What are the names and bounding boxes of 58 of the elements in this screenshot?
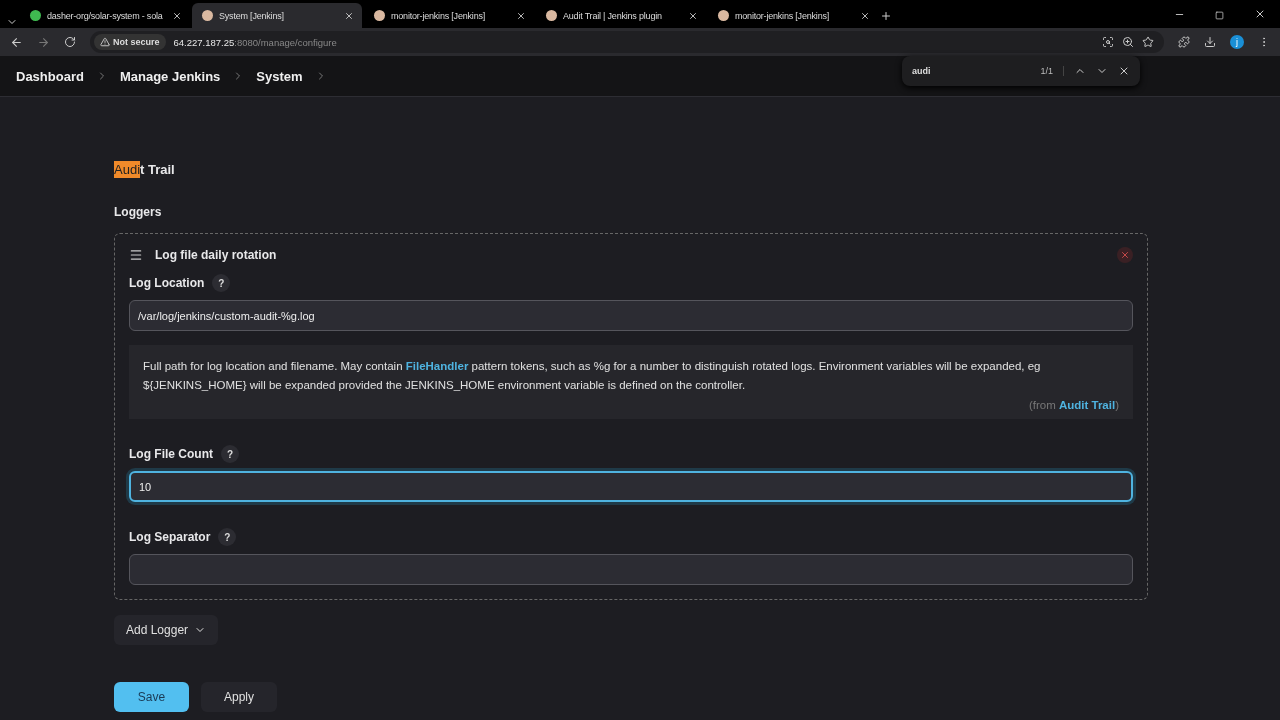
repo-icon: [30, 10, 41, 21]
field-label: Log Location: [129, 276, 205, 290]
breadcrumb-link[interactable]: Manage Jenkins: [119, 68, 221, 84]
jenkins-icon: [546, 10, 557, 21]
close-icon[interactable]: [1118, 65, 1130, 77]
plugin-link[interactable]: Audit Trail: [1058, 399, 1116, 411]
match-count: 1/1: [1040, 66, 1064, 76]
logger-title: Log file daily rotation: [155, 248, 278, 262]
jenkins-icon: [718, 10, 729, 21]
close-icon[interactable]: [516, 10, 526, 21]
zoom-icon[interactable]: [1122, 36, 1134, 48]
remove-button[interactable]: [1117, 247, 1133, 263]
help-link[interactable]: FileHandler: [405, 360, 469, 372]
help-text: Full path for log location and filename. May contain FileHandler pattern tokens, such as %g for a number to distinguish rotated logs. Environment variables will be expanded, eg ${JENKINS_HOME} will be expanded provided the JENKINS_HOME environment variable is defined on the controller.: [143, 359, 1042, 393]
address-bar[interactable]: Not secure 64.227.187.25:8080/manage/configure: [90, 31, 1164, 53]
browser-tab[interactable]: System [Jenkins]: [192, 3, 362, 28]
browser-tab[interactable]: monitor-jenkins [Jenkins]: [364, 3, 534, 28]
close-icon[interactable]: [172, 10, 182, 21]
save-button[interactable]: Save: [114, 682, 189, 712]
close-icon[interactable]: [860, 10, 870, 21]
help-button[interactable]: ?: [218, 528, 237, 546]
profile-avatar[interactable]: j: [1230, 35, 1244, 49]
forward-icon[interactable]: [37, 35, 50, 49]
download-icon[interactable]: [1204, 36, 1216, 48]
help-button[interactable]: ?: [212, 274, 231, 292]
close-icon[interactable]: [688, 10, 698, 21]
warning-icon: [100, 37, 110, 47]
extensions-icon[interactable]: [1178, 36, 1190, 48]
restore-icon[interactable]: [1215, 11, 1224, 20]
input-field[interactable]: 10: [129, 471, 1133, 502]
help-button[interactable]: ?: [221, 445, 239, 463]
url-text: 64.227.187.25:8080/manage/configure: [173, 36, 337, 48]
page-scan-icon[interactable]: [1102, 36, 1114, 48]
find-query[interactable]: audi: [912, 66, 1031, 76]
input-field[interactable]: [129, 554, 1133, 585]
new-tab-icon[interactable]: [880, 10, 892, 22]
input-field[interactable]: /var/log/jenkins/custom-audit-%g.log: [129, 300, 1133, 331]
add-logger-button[interactable]: Add Logger: [114, 615, 219, 645]
field-label: Log Separator: [129, 530, 211, 544]
back-icon[interactable]: [10, 35, 23, 49]
apply-button[interactable]: Apply: [201, 682, 277, 712]
subsection-title: Loggers: [114, 205, 163, 219]
breadcrumb-link[interactable]: System: [256, 68, 303, 84]
field-label: Log File Count: [129, 447, 213, 461]
drag-handle-icon[interactable]: [129, 248, 143, 262]
security-label: Not secure: [113, 37, 160, 47]
browser-tab[interactable]: monitor-jenkins [Jenkins]: [708, 3, 878, 28]
jenkins-icon: [374, 10, 385, 21]
close-icon: [1120, 250, 1130, 260]
jenkins-icon: [202, 10, 213, 21]
browser-tab[interactable]: dasher-org/solar-system - sola: [20, 3, 190, 28]
reload-icon[interactable]: [64, 36, 76, 48]
star-icon[interactable]: [1142, 36, 1154, 48]
close-icon[interactable]: [344, 10, 354, 21]
close-icon[interactable]: [1254, 8, 1266, 20]
breadcrumb-link[interactable]: Dashboard: [16, 68, 84, 84]
browser-tab[interactable]: Audit Trail | Jenkins plugin: [536, 3, 706, 28]
source-note: (from Audit Trail): [1028, 399, 1119, 411]
